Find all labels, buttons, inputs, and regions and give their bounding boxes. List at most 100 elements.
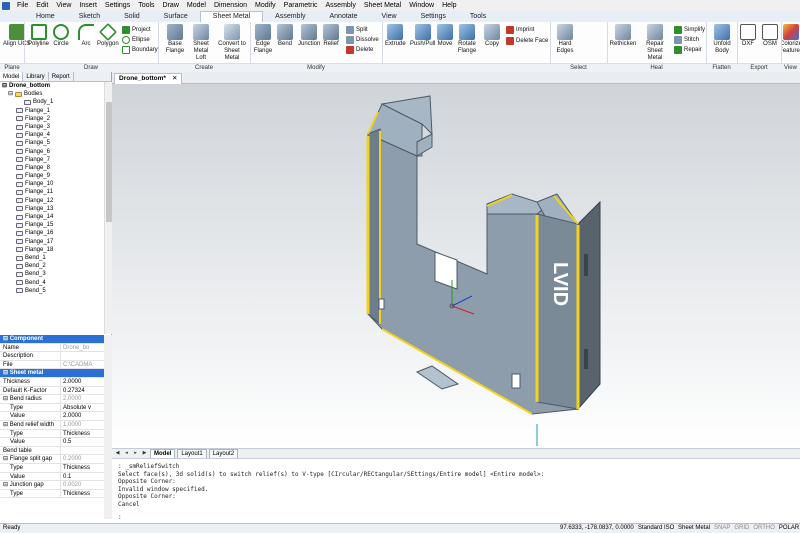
property-row[interactable]: ⊟ Bend relief width 1.0000 bbox=[0, 420, 104, 430]
menu-item-assembly[interactable]: Assembly bbox=[322, 0, 360, 11]
copy-button[interactable]: Copy bbox=[484, 24, 500, 48]
tree-item[interactable]: Flange_7 bbox=[0, 156, 104, 164]
tab-sketch[interactable]: Sketch bbox=[67, 11, 112, 22]
property-value[interactable]: Drone_bo bbox=[60, 343, 104, 352]
property-row[interactable]: Type Absolute v bbox=[0, 403, 104, 413]
tree-item[interactable]: Flange_17 bbox=[0, 238, 104, 246]
property-row[interactable]: ⊟ Bend radius 2.0000 bbox=[0, 395, 104, 404]
tree-item[interactable]: Bend_3 bbox=[0, 270, 104, 278]
property-value[interactable]: 0.0020 bbox=[60, 481, 104, 489]
collapse-icon[interactable]: ⊟ bbox=[3, 482, 10, 488]
property-value[interactable]: 0.27324 bbox=[60, 386, 104, 395]
property-row[interactable]: Value 0.1 bbox=[0, 472, 104, 482]
properties-scrollbar[interactable] bbox=[104, 335, 112, 519]
junction-button[interactable]: Junction bbox=[298, 24, 320, 48]
boundary-button[interactable]: Boundary bbox=[122, 46, 158, 54]
tree-item[interactable]: Flange_18 bbox=[0, 246, 104, 254]
property-value[interactable]: 2.0000 bbox=[60, 377, 104, 386]
layout-tab-layout1[interactable]: Layout1 bbox=[177, 448, 207, 459]
stitch-button[interactable]: Stitch bbox=[674, 36, 699, 44]
bend-button[interactable]: Bend bbox=[277, 24, 293, 48]
tree-item[interactable]: Bend_1 bbox=[0, 254, 104, 262]
prev-layout-icon[interactable]: ◂ bbox=[123, 450, 130, 457]
menu-item-edit[interactable]: Edit bbox=[32, 0, 52, 11]
tab-surface[interactable]: Surface bbox=[152, 11, 200, 22]
tree-item[interactable]: Flange_8 bbox=[0, 164, 104, 172]
tree-item[interactable]: Flange_1 bbox=[0, 107, 104, 115]
collapse-icon[interactable]: ⊟ bbox=[3, 396, 10, 402]
imprint-button[interactable]: Imprint bbox=[506, 26, 534, 34]
tab-settings[interactable]: Settings bbox=[409, 11, 458, 22]
convert-to-sheet-metal-button[interactable]: Convert to Sheet Metal bbox=[216, 24, 248, 62]
tab-sheet-metal[interactable]: Sheet Metal bbox=[199, 11, 264, 22]
property-value[interactable]: Thickness bbox=[60, 429, 104, 438]
property-row[interactable]: Value 2.0000 bbox=[0, 412, 104, 421]
property-value[interactable]: Absolute v bbox=[60, 403, 104, 412]
rethicken-button[interactable]: Rethicken bbox=[610, 24, 636, 48]
tree-item[interactable]: Flange_5 bbox=[0, 139, 104, 147]
property-row[interactable]: File C:\CADMA bbox=[0, 360, 104, 370]
command-prompt[interactable]: : bbox=[118, 514, 122, 522]
close-icon[interactable]: ✕ bbox=[172, 74, 177, 84]
tree-scrollbar[interactable] bbox=[104, 82, 112, 334]
property-row[interactable]: Value 0.5 bbox=[0, 438, 104, 447]
property-value[interactable]: Thickness bbox=[60, 463, 104, 472]
rotate-flange-button[interactable]: Rotate Flange bbox=[456, 24, 478, 55]
collapse-icon[interactable]: ⊟ bbox=[3, 336, 10, 342]
sheet-metal-loft-button[interactable]: Sheet Metal Loft bbox=[189, 24, 213, 62]
tree-item[interactable]: Flange_11 bbox=[0, 188, 104, 196]
menu-item-dimension[interactable]: Dimension bbox=[210, 0, 251, 11]
standard-style[interactable]: Standard bbox=[638, 524, 662, 533]
move-button[interactable]: Move bbox=[437, 24, 453, 48]
status-toggle-snap[interactable]: SNAP bbox=[714, 524, 730, 533]
property-value[interactable]: 0.2000 bbox=[60, 455, 104, 463]
property-row[interactable]: Default K-Factor 0.27324 bbox=[0, 386, 104, 396]
menu-item-modify[interactable]: Modify bbox=[251, 0, 280, 11]
tab-annotate[interactable]: Annotate bbox=[318, 11, 370, 22]
menu-item-tools[interactable]: Tools bbox=[134, 0, 158, 11]
menu-item-parametric[interactable]: Parametric bbox=[280, 0, 322, 11]
property-value[interactable] bbox=[60, 352, 104, 360]
menu-item-model[interactable]: Model bbox=[183, 0, 210, 11]
property-value[interactable]: 0.1 bbox=[60, 472, 104, 481]
layout-tab-model[interactable]: Model bbox=[150, 448, 176, 459]
tree-item[interactable]: Flange_9 bbox=[0, 172, 104, 180]
tree-item[interactable]: Flange_3 bbox=[0, 123, 104, 131]
tree-item[interactable]: Flange_14 bbox=[0, 213, 104, 221]
delete-button[interactable]: Delete bbox=[346, 46, 373, 54]
status-toggle-grid[interactable]: GRID bbox=[734, 524, 749, 533]
align-ucs-button[interactable]: Align UCS bbox=[3, 24, 31, 48]
panel-tab-library[interactable]: Library bbox=[23, 72, 49, 81]
property-row[interactable]: Type Thickness bbox=[0, 463, 104, 473]
first-layout-icon[interactable]: ◀ bbox=[114, 450, 121, 457]
delete-face-button[interactable]: Delete Face bbox=[506, 37, 548, 45]
property-row[interactable]: Type Thickness bbox=[0, 429, 104, 439]
next-layout-icon[interactable]: ▸ bbox=[132, 450, 139, 457]
menu-item-draw[interactable]: Draw bbox=[159, 0, 183, 11]
collapse-icon[interactable]: ⊟ bbox=[3, 422, 10, 428]
tree-bodies-folder[interactable]: ⊟ Bodies bbox=[0, 90, 104, 98]
extrude-button[interactable]: Extrude bbox=[385, 24, 406, 48]
tree-item[interactable]: Flange_12 bbox=[0, 197, 104, 205]
tree-item[interactable]: Flange_13 bbox=[0, 205, 104, 213]
menu-item-help[interactable]: Help bbox=[438, 0, 460, 11]
property-value[interactable]: Thickness bbox=[60, 489, 104, 498]
osm-export-button[interactable]: OSM bbox=[762, 24, 778, 48]
tree-item[interactable]: Flange_6 bbox=[0, 148, 104, 156]
tab-solid[interactable]: Solid bbox=[112, 11, 152, 22]
collapse-icon[interactable]: ⊟ bbox=[3, 370, 10, 376]
circle-button[interactable]: Circle bbox=[53, 24, 69, 48]
tree-item[interactable]: Flange_2 bbox=[0, 115, 104, 123]
document-tab[interactable]: Drone_bottom* ✕ bbox=[114, 73, 183, 84]
polyline-button[interactable]: Polyline bbox=[28, 24, 49, 48]
tree-item[interactable]: Flange_4 bbox=[0, 131, 104, 139]
status-toggle-polar[interactable]: POLAR bbox=[779, 524, 799, 533]
tab-home[interactable]: Home bbox=[24, 11, 67, 22]
tree-item[interactable]: Bend_2 bbox=[0, 262, 104, 270]
menu-item-sheet-metal[interactable]: Sheet Metal bbox=[360, 0, 405, 11]
property-value[interactable]: 2.0000 bbox=[60, 395, 104, 403]
property-row[interactable]: Description bbox=[0, 352, 104, 361]
relief-button[interactable]: Relief bbox=[323, 24, 339, 48]
simplify-button[interactable]: Simplify bbox=[674, 26, 705, 34]
property-row[interactable]: ⊟ Flange split gap 0.2000 bbox=[0, 455, 104, 464]
